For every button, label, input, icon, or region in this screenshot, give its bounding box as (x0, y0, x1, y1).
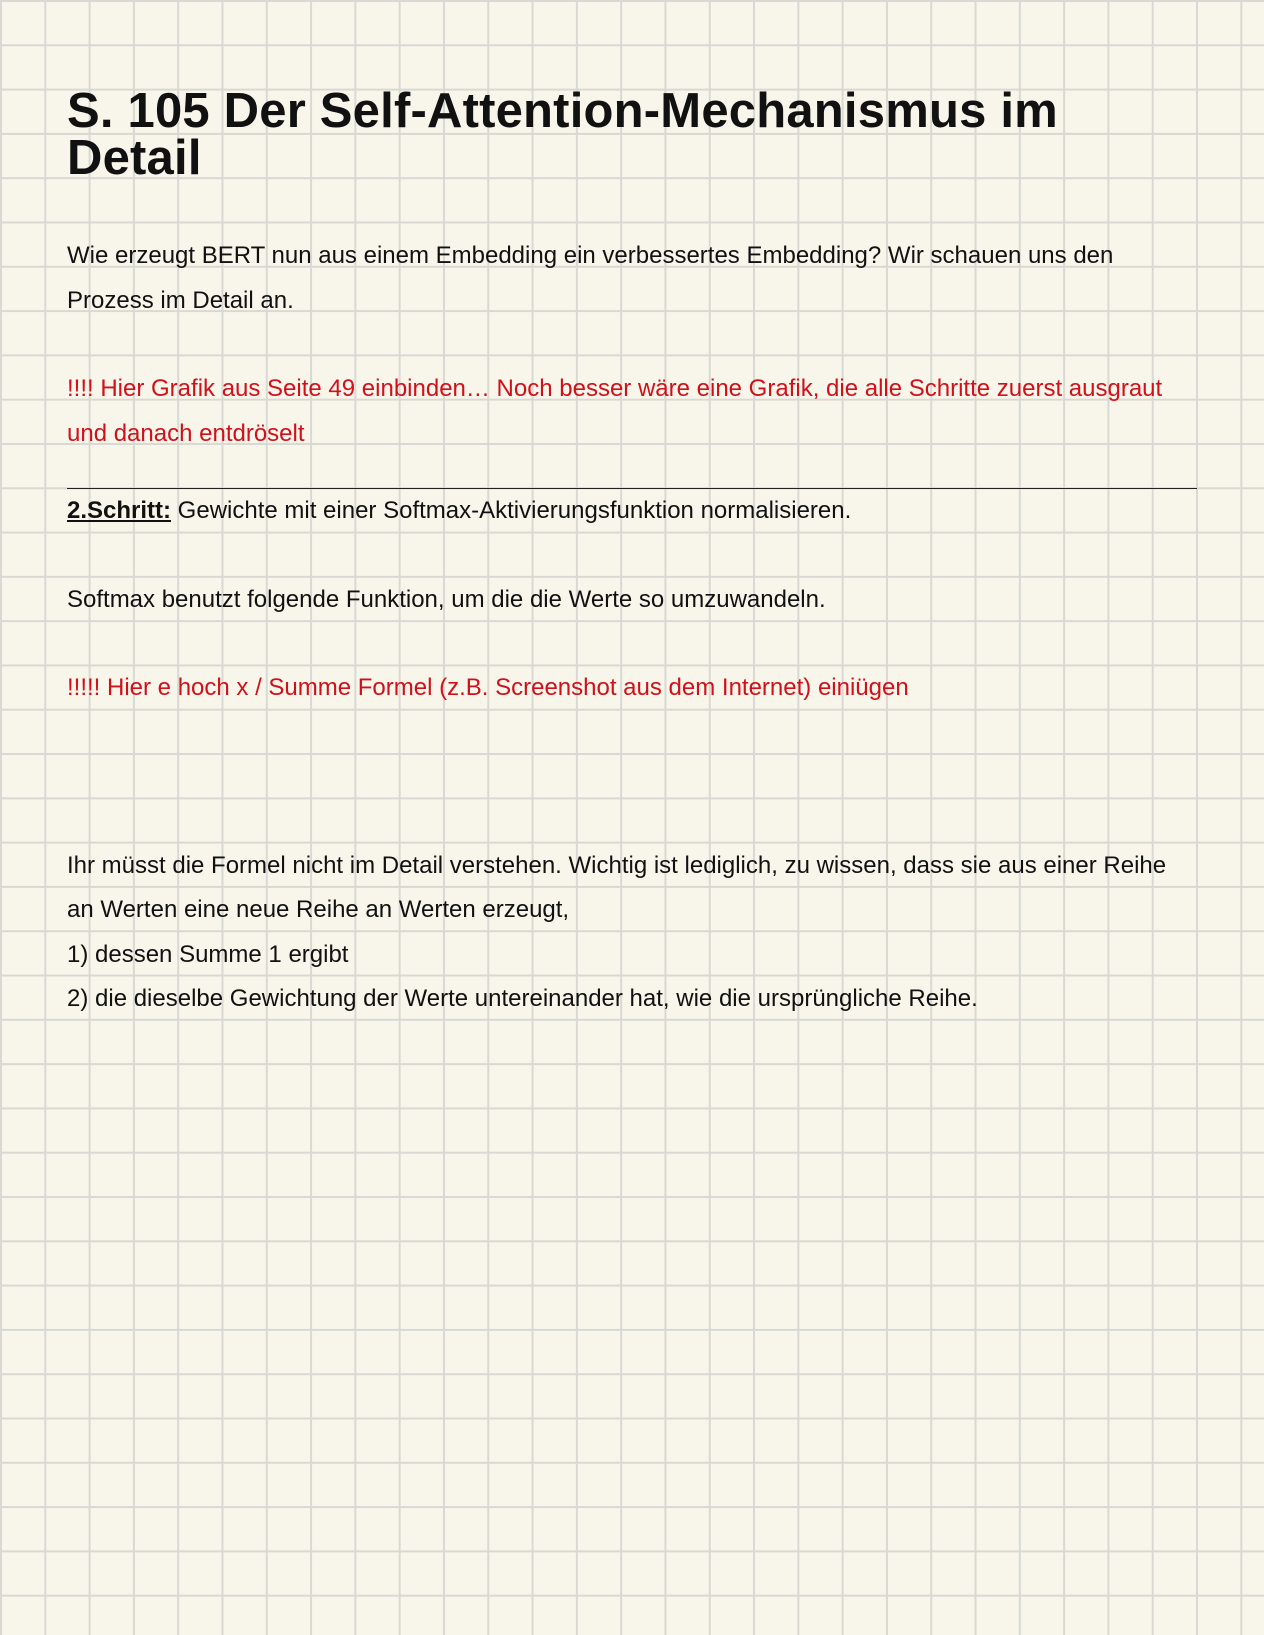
formula-note: !!!!! Hier e hoch x / Summe Formel (z.B.… (67, 674, 909, 701)
page-title: S. 105 Der Self-Attention-Mechanismus im… (67, 84, 1058, 185)
horizontal-rule (67, 459, 1197, 495)
softmax-paragraph: Softmax benutzt folgende Funktion, um di… (67, 585, 826, 613)
list-item: 2) die dieselbe Gewichtung der Werte unt… (67, 985, 978, 1012)
graphic-note: !!!! Hier Grafik aus Seite 49 einbinden…… (67, 375, 1163, 447)
explanation-paragraph: Ihr müsst die Formel nicht im Detail ver… (67, 851, 1167, 924)
step-label: 2.Schritt: (67, 497, 172, 524)
intro-paragraph: Wie erzeugt BERT nun aus einem Embedding… (67, 242, 1114, 314)
step-text: Gewichte mit einer Softmax-Aktivierungsf… (171, 497, 852, 524)
list-item: 1) dessen Summe 1 ergibt (67, 940, 349, 968)
step-paragraph: 2.Schritt: Gewichte mit einer Softmax-Ak… (67, 489, 1197, 534)
document-page: S. 105 Der Self-Attention-Mechanismus im… (67, 84, 1197, 1022)
